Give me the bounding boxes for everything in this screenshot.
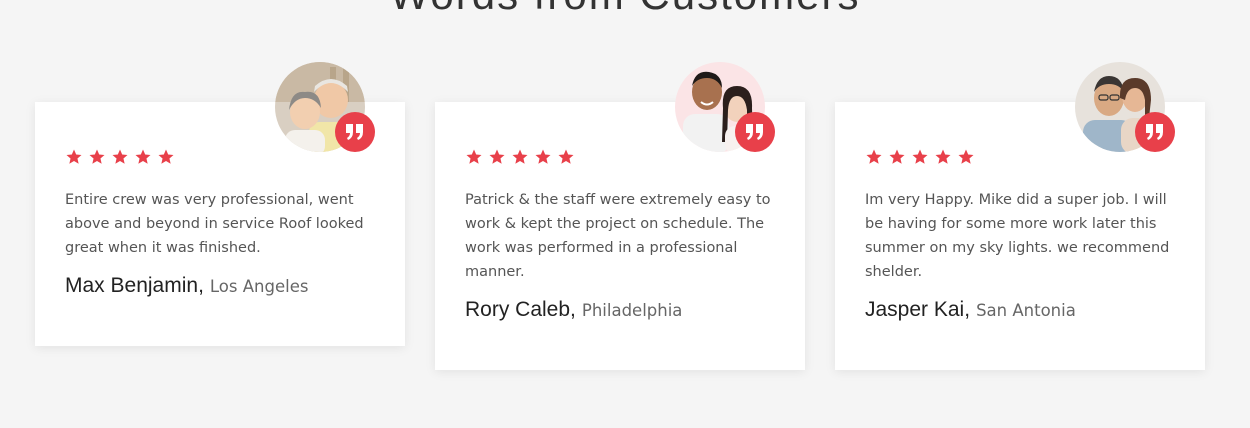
review-text: Im very Happy. Mike did a super job. I w…	[865, 192, 1170, 280]
author-separator: ,	[964, 298, 971, 321]
avatar-wrap	[1075, 62, 1175, 152]
star-icon	[89, 149, 105, 164]
star-icon	[489, 149, 505, 164]
testimonial-card: Im very Happy. Mike did a super job. I w…	[835, 62, 1205, 370]
author-city: Philadelphia	[581, 301, 683, 320]
avatar-wrap	[675, 62, 775, 152]
author: Max Benjamin, Los Angeles	[65, 274, 375, 298]
star-icon	[558, 149, 574, 164]
author: Rory Caleb, Philadelphia	[465, 298, 775, 322]
author-city: San Antonia	[976, 301, 1076, 320]
star-icon	[158, 149, 174, 164]
star-icon	[466, 149, 482, 164]
star-icon	[535, 149, 551, 164]
star-icon	[889, 149, 905, 164]
author-name: Max Benjamin	[65, 274, 199, 297]
author-name: Rory Caleb	[465, 298, 571, 321]
testimonial-card: Entire crew was very professional, went …	[35, 62, 405, 346]
star-icon	[512, 149, 528, 164]
avatar-wrap	[275, 62, 375, 152]
star-icon	[135, 149, 151, 164]
star-icon	[935, 149, 951, 164]
author-city: Los Angeles	[209, 277, 309, 296]
quote-icon	[335, 112, 375, 152]
section-title: Words from Customers	[0, 0, 1250, 20]
review-text: Patrick & the staff were extremely easy …	[465, 192, 771, 280]
quote-icon	[1135, 112, 1175, 152]
author-name: Jasper Kai	[865, 298, 965, 321]
testimonial-card: Patrick & the staff were extremely easy …	[435, 62, 805, 370]
star-icon	[958, 149, 974, 164]
star-icon	[112, 149, 128, 164]
star-icon	[912, 149, 928, 164]
star-icon	[66, 149, 82, 164]
review-text: Entire crew was very professional, went …	[65, 192, 364, 256]
star-icon	[866, 149, 882, 164]
author-separator: ,	[198, 274, 204, 297]
author: Jasper Kai, San Antonia	[865, 298, 1175, 322]
quote-icon	[735, 112, 775, 152]
author-separator: ,	[570, 298, 576, 321]
